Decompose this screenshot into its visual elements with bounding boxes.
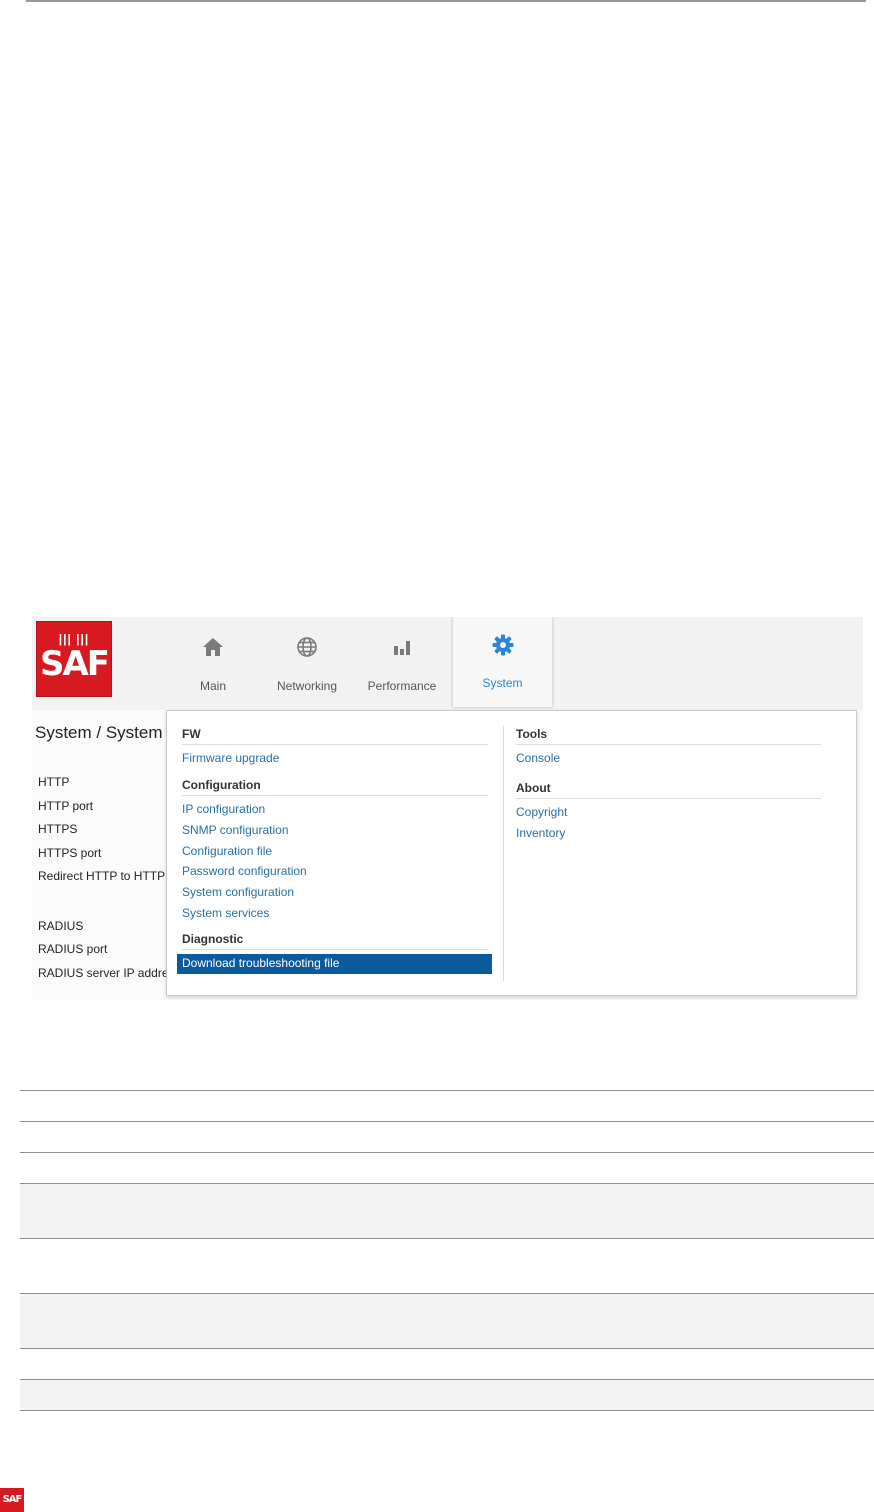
footer-saf-logo: SAF (0, 1488, 24, 1512)
menu-item-firmware-upgrade[interactable]: Firmware upgrade (182, 751, 279, 765)
divider (182, 795, 488, 796)
menu-item-snmp-configuration[interactable]: SNMP configuration (182, 823, 289, 837)
form-label-radius: RADIUS (38, 919, 84, 933)
menu-item-ip-configuration[interactable]: IP configuration (182, 802, 265, 816)
table-line (20, 1183, 874, 1184)
top-rule (26, 0, 866, 2)
menu-item-copyright[interactable]: Copyright (516, 805, 567, 819)
system-dropdown-menu: FW Firmware upgrade Configuration IP con… (166, 710, 857, 996)
divider (182, 744, 488, 745)
gear-icon (453, 633, 552, 657)
page-title: System / System (35, 723, 163, 742)
table-line (20, 1379, 874, 1380)
document-page: ||| ||| SAF Main Networking Performance (0, 0, 874, 1512)
table-line (20, 1121, 874, 1122)
nav-system[interactable]: System (453, 617, 552, 707)
form-label-http-port: HTTP port (38, 799, 94, 813)
table-row (20, 1294, 874, 1348)
menu-item-inventory[interactable]: Inventory (516, 826, 565, 840)
table-line (20, 1238, 874, 1239)
form-label-https: HTTPS (38, 822, 78, 836)
table-line (20, 1348, 874, 1349)
nav-main-label: Main (199, 679, 226, 693)
divider (182, 949, 488, 950)
menu-item-system-services[interactable]: System services (182, 906, 269, 920)
menu-heading-diagnostic: Diagnostic (182, 932, 244, 946)
ui-screenshot: ||| ||| SAF Main Networking Performance (32, 617, 863, 1000)
home-icon (165, 635, 261, 659)
table-row (20, 1380, 874, 1410)
nav-system-label: System (482, 676, 523, 690)
form-label-http: HTTP (38, 775, 70, 789)
menu-heading-about: About (516, 781, 551, 795)
nav-networking-label: Networking (276, 679, 338, 693)
logo-text: SAF (39, 644, 110, 684)
table-line (20, 1293, 874, 1294)
divider (516, 744, 821, 745)
saf-logo[interactable]: ||| ||| SAF (36, 621, 112, 697)
menu-right-column: Tools Console About Copyright Inventory (504, 711, 858, 995)
form-label-radius-port: RADIUS port (38, 942, 108, 956)
table-line (20, 1090, 874, 1091)
form-label-redirect: Redirect HTTP to HTTPS (38, 869, 174, 883)
table-row (20, 1184, 874, 1238)
menu-left-column: FW Firmware upgrade Configuration IP con… (167, 711, 503, 995)
nav-performance-label: Performance (367, 679, 437, 693)
globe-icon (259, 635, 355, 659)
nav-main[interactable]: Main (165, 617, 261, 709)
table-line (20, 1152, 874, 1153)
menu-item-console[interactable]: Console (516, 751, 560, 765)
menu-heading-configuration: Configuration (182, 778, 261, 792)
form-label-radius-ip: RADIUS server IP address (38, 966, 181, 980)
menu-item-password-configuration[interactable]: Password configuration (182, 864, 307, 878)
menu-heading-fw: FW (182, 727, 201, 741)
bar-chart-icon (354, 635, 450, 659)
menu-heading-tools: Tools (516, 727, 548, 741)
nav-performance[interactable]: Performance (354, 617, 450, 709)
nav-networking[interactable]: Networking (259, 617, 355, 709)
divider (516, 798, 821, 799)
menu-item-download-troubleshooting-file[interactable]: Download troubleshooting file (177, 954, 492, 974)
table-line (20, 1410, 874, 1411)
menu-item-system-configuration[interactable]: System configuration (182, 885, 294, 899)
form-label-https-port: HTTPS port (38, 846, 102, 860)
menu-item-configuration-file[interactable]: Configuration file (182, 844, 272, 858)
